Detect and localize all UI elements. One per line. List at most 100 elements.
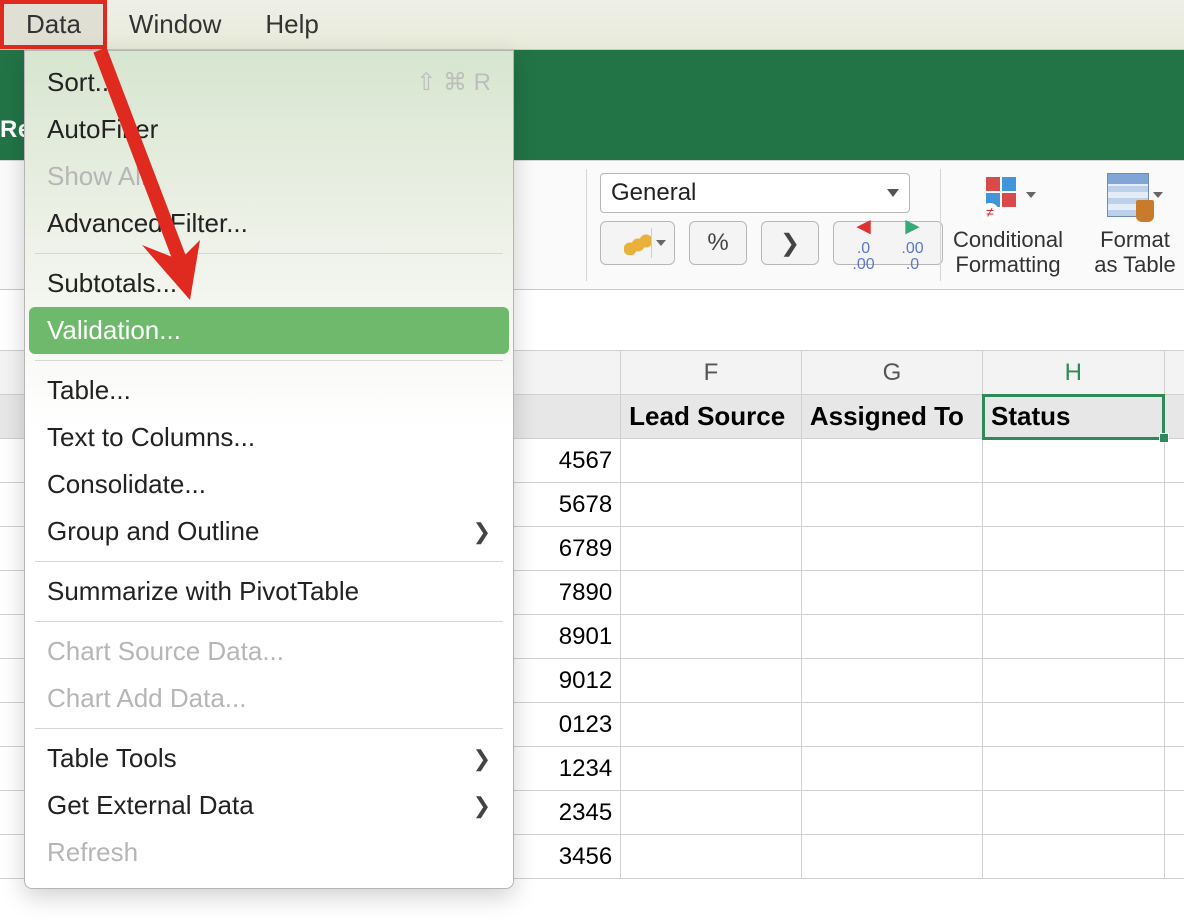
chevron-down-icon	[1026, 192, 1036, 198]
cell[interactable]	[983, 791, 1165, 835]
cell[interactable]	[801, 527, 982, 571]
cell[interactable]: 9012	[506, 659, 620, 703]
cell[interactable]	[801, 615, 982, 659]
cell[interactable]: 3456	[506, 835, 620, 879]
menu-sort[interactable]: Sort... ⇧ ⌘ R	[25, 59, 513, 106]
cell[interactable]	[801, 483, 982, 527]
header-lead-source[interactable]: Lead Source	[621, 395, 802, 439]
cell[interactable]	[801, 747, 982, 791]
ribbon-label: Conditional	[948, 227, 1068, 252]
cell[interactable]: 7890	[506, 571, 620, 615]
currency-button[interactable]	[600, 221, 675, 265]
cell[interactable]	[621, 835, 802, 879]
cell[interactable]	[983, 439, 1165, 483]
cell[interactable]	[621, 703, 802, 747]
cell[interactable]	[801, 659, 982, 703]
menu-validation[interactable]: Validation...	[29, 307, 509, 354]
increase-decimal-button[interactable]: ◄ .0 .00	[842, 213, 885, 273]
cell[interactable]: 8901	[506, 615, 620, 659]
menu-summarize-pivot[interactable]: Summarize with PivotTable	[25, 568, 513, 615]
decimals-group: ◄ .0 .00 ► .00 .0	[833, 221, 943, 265]
menu-separator	[35, 253, 503, 254]
menu-data[interactable]: Data	[0, 0, 107, 49]
ribbon-label: Format	[1075, 227, 1184, 252]
cell[interactable]	[621, 439, 802, 483]
cell[interactable]	[983, 527, 1165, 571]
percent-button[interactable]: %	[689, 221, 747, 265]
header-status[interactable]: Status	[983, 395, 1165, 439]
cell[interactable]: 2345	[506, 791, 620, 835]
cell[interactable]	[621, 791, 802, 835]
cell[interactable]	[621, 571, 802, 615]
header-assigned-to[interactable]: Assigned To	[801, 395, 982, 439]
cell[interactable]	[983, 571, 1165, 615]
menu-text-to-columns[interactable]: Text to Columns...	[25, 414, 513, 461]
cell[interactable]	[983, 835, 1165, 879]
cell[interactable]	[983, 747, 1165, 791]
chevron-right-icon: ❯	[473, 793, 491, 819]
number-format-label: General	[611, 179, 696, 207]
menu-chart-add: Chart Add Data...	[25, 675, 513, 722]
cell[interactable]	[621, 659, 802, 703]
col-header-g[interactable]: G	[801, 351, 982, 395]
cell[interactable]: 6789	[506, 527, 620, 571]
menu-group-outline[interactable]: Group and Outline ❯	[25, 508, 513, 555]
menu-help[interactable]: Help	[243, 0, 340, 49]
menu-window[interactable]: Window	[107, 0, 243, 49]
coins-icon	[624, 231, 652, 255]
menu-subtotals[interactable]: Subtotals...	[25, 260, 513, 307]
format-as-table-button[interactable]: Format as Table	[1075, 167, 1184, 278]
brush-icon	[1136, 200, 1154, 222]
conditional-formatting-button[interactable]: ≠ Conditional Formatting	[948, 167, 1068, 278]
dropdown-arrow-icon	[887, 189, 899, 197]
menu-refresh: Refresh	[25, 829, 513, 876]
comma-style-button[interactable]: ❯	[761, 221, 819, 265]
cell[interactable]	[801, 703, 982, 747]
menu-separator	[35, 728, 503, 729]
ribbon-label: as Table	[1075, 252, 1184, 277]
cell[interactable]	[621, 747, 802, 791]
col-header-h[interactable]: H	[983, 351, 1165, 395]
cell[interactable]	[983, 483, 1165, 527]
ribbon-label: Formatting	[948, 252, 1068, 277]
menu-advanced-filter[interactable]: Advanced Filter...	[25, 200, 513, 247]
conditional-formatting-icon: ≠	[980, 173, 1022, 217]
number-buttons-row: % ❯ ◄ .0 .00 ► .00 .0	[600, 221, 943, 265]
chevron-down-icon	[656, 240, 666, 246]
cell[interactable]	[621, 483, 802, 527]
cell[interactable]	[983, 615, 1165, 659]
cell[interactable]: 4567	[506, 439, 620, 483]
cell[interactable]: 5678	[506, 483, 620, 527]
cell[interactable]	[801, 791, 982, 835]
menu-separator	[35, 360, 503, 361]
menu-chart-source: Chart Source Data...	[25, 628, 513, 675]
menu-show-all: Show All	[25, 153, 513, 200]
cell[interactable]: 1234	[506, 747, 620, 791]
menu-separator	[35, 621, 503, 622]
shortcut-label: ⇧ ⌘ R	[416, 68, 491, 97]
chevron-right-icon: ❯	[473, 746, 491, 772]
menu-bar: Data Window Help	[0, 0, 1184, 50]
menu-table-tools[interactable]: Table Tools ❯	[25, 735, 513, 782]
number-format-dropdown[interactable]: General	[600, 173, 910, 213]
menu-autofilter[interactable]: AutoFilter	[25, 106, 513, 153]
cell[interactable]	[801, 439, 982, 483]
cell[interactable]	[983, 659, 1165, 703]
table-icon	[1107, 173, 1149, 217]
col-header-f[interactable]: F	[621, 351, 802, 395]
toolbar-separator	[940, 169, 941, 281]
menu-table[interactable]: Table...	[25, 367, 513, 414]
cell[interactable]	[801, 571, 982, 615]
chevron-right-icon: ❯	[473, 519, 491, 545]
decrease-decimal-button[interactable]: ► .00 .0	[891, 213, 934, 273]
menu-get-external-data[interactable]: Get External Data ❯	[25, 782, 513, 829]
toolbar-separator	[586, 169, 587, 281]
data-menu-dropdown: Sort... ⇧ ⌘ R AutoFilter Show All Advanc…	[24, 50, 514, 889]
cell[interactable]	[621, 527, 802, 571]
chevron-down-icon	[1153, 192, 1163, 198]
cell[interactable]: 0123	[506, 703, 620, 747]
cell[interactable]	[983, 703, 1165, 747]
cell[interactable]	[801, 835, 982, 879]
cell[interactable]	[621, 615, 802, 659]
menu-consolidate[interactable]: Consolidate...	[25, 461, 513, 508]
